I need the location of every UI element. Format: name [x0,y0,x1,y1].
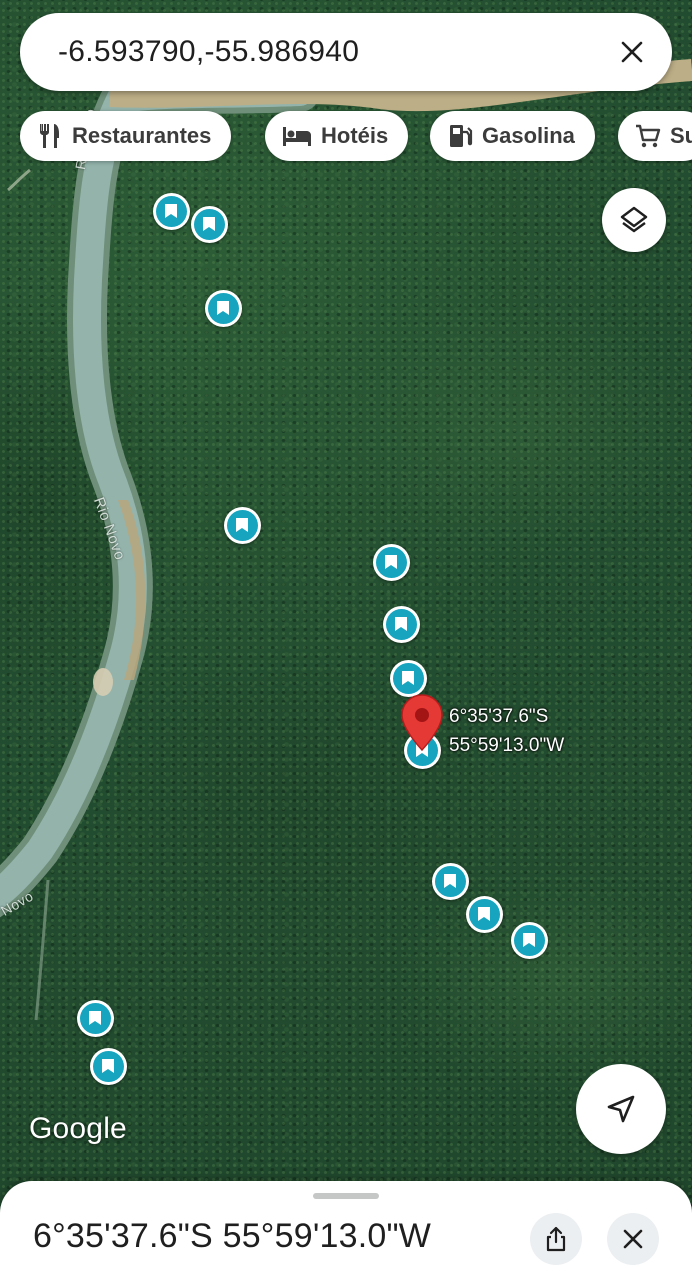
chip-restaurants[interactable]: Restaurantes [20,111,232,161]
chip-label: Hotéis [321,123,389,148]
hotel-icon [283,127,311,146]
bookmark-icon [236,518,248,532]
bookmark-icon [395,617,407,631]
saved-place-pin[interactable] [389,659,427,697]
search-bar[interactable]: -6.593790,-55.986940 [20,13,672,91]
chip-label: Restaurantes [72,123,212,148]
bottom-sheet[interactable]: 6°35'37.6"S 55°59'13.0"W [0,1181,692,1280]
marker-latitude: 6°35'37.6"S [449,706,549,727]
bookmark-icon [402,671,414,685]
saved-place-pin[interactable] [152,192,190,230]
marker-coordinates-label: 6°35'37.6"S 55°59'13.0"W [449,702,564,760]
chip-gas[interactable]: Gasolina [430,111,595,161]
bookmark-icon [385,555,397,569]
sheet-title: 6°35'37.6"S 55°59'13.0"W [33,1217,432,1255]
bookmark-icon [478,907,490,921]
close-icon [623,1229,643,1249]
clear-search-button[interactable] [612,32,652,72]
marker-longitude: 55°59'13.0"W [449,735,565,756]
bookmark-icon [89,1011,101,1025]
google-logo: Google [29,1112,127,1145]
my-location-button[interactable] [576,1064,666,1154]
saved-place-pin[interactable] [190,205,228,243]
share-button[interactable] [530,1213,582,1265]
gas-station-icon [450,125,473,147]
sheet-drag-handle[interactable] [313,1193,379,1199]
search-input[interactable]: -6.593790,-55.986940 [58,35,612,69]
share-icon [546,1226,566,1252]
bookmark-icon [165,204,177,218]
saved-place-pin[interactable] [510,921,548,959]
dropped-pin-marker[interactable] [401,694,443,752]
bookmark-icon [217,301,229,315]
restaurant-icon [40,124,59,148]
bookmark-icon [102,1059,114,1073]
saved-place-pin[interactable] [223,506,261,544]
saved-place-pin[interactable] [89,1047,127,1085]
saved-place-pin[interactable] [76,999,114,1037]
chip-supermarket[interactable]: Su [618,111,692,161]
saved-place-pin[interactable] [372,543,410,581]
saved-place-pin[interactable] [431,862,469,900]
saved-place-pin[interactable] [465,895,503,933]
bookmark-icon [444,874,456,888]
close-icon [621,41,643,63]
layers-icon [620,206,648,233]
navigation-arrow-icon [607,1095,635,1123]
close-sheet-button[interactable] [607,1213,659,1265]
saved-place-pin[interactable] [204,289,242,327]
bookmark-icon [203,217,215,231]
shopping-cart-icon [636,124,661,148]
chip-label: Gasolina [482,123,575,148]
chip-hotels[interactable]: Hotéis [265,111,409,161]
saved-place-pin[interactable] [382,605,420,643]
layers-button[interactable] [602,188,666,252]
chip-label: Su [670,123,692,148]
bookmark-icon [523,933,535,947]
